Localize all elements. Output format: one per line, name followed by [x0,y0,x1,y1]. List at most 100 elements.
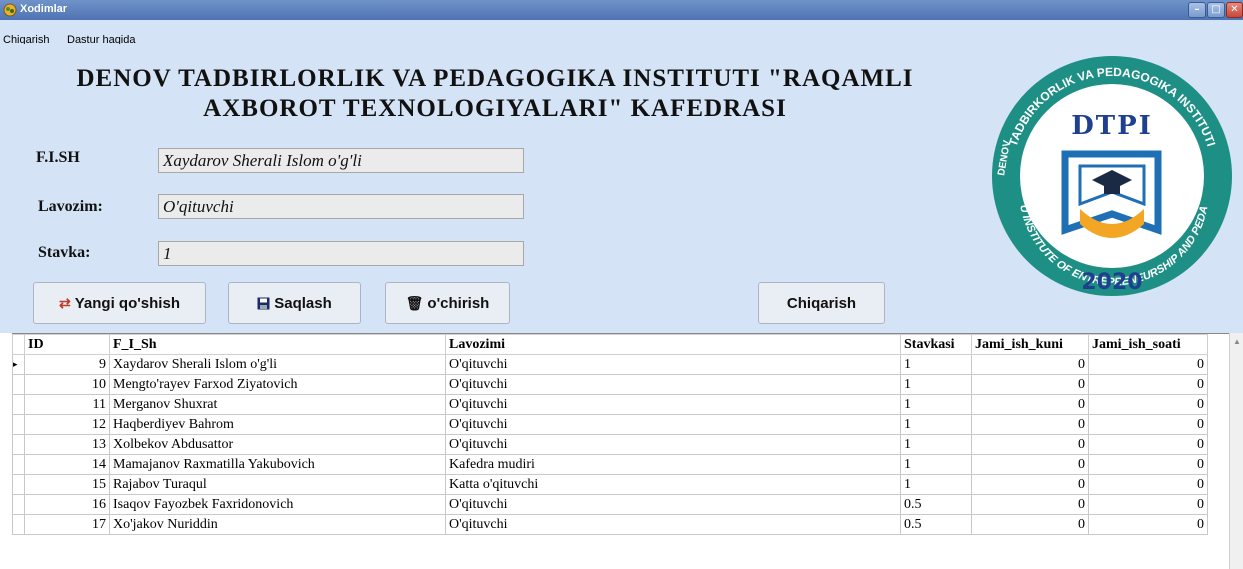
cell-lavozimi[interactable]: O'qituvchi [445,494,901,515]
cell-lavozimi[interactable]: O'qituvchi [445,414,901,435]
cell-jami-ish-kuni[interactable]: 0 [971,474,1089,495]
cell-lavozimi[interactable]: Kafedra mudiri [445,454,901,475]
cell-lavozimi[interactable]: O'qituvchi [445,394,901,415]
cell-stavkasi[interactable]: 1 [900,454,972,475]
cell-jami-ish-kuni[interactable]: 0 [971,454,1089,475]
cell-lavozimi[interactable]: O'qituvchi [445,514,901,535]
cell-fish[interactable]: Rajabov Turaqul [109,474,446,495]
cell-jami-ish-soati[interactable]: 0 [1088,474,1208,495]
cell-jami-ish-soati[interactable]: 0 [1088,414,1208,435]
column-header-jami-ish-soati[interactable]: Jami_ish_soati [1088,334,1208,355]
table-row[interactable]: ▸ 9 Xaydarov Sherali Islom o'g'li O'qituvch… [12,354,1208,375]
cell-jami-ish-soati[interactable]: 0 [1088,394,1208,415]
cell-stavkasi[interactable]: 1 [900,414,972,435]
cell-lavozimi[interactable]: Katta o'qituvchi [445,474,901,495]
maximize-button[interactable]: □ [1207,2,1225,18]
cell-lavozimi[interactable]: O'qituvchi [445,354,901,375]
cell-fish[interactable]: Xaydarov Sherali Islom o'g'li [109,354,446,375]
cell-jami-ish-soati[interactable]: 0 [1088,494,1208,515]
cell-fish[interactable]: Merganov Shuxrat [109,394,446,415]
cell-fish[interactable]: Haqberdiyev Bahrom [109,414,446,435]
cell-jami-ish-kuni[interactable]: 0 [971,374,1089,395]
cell-fish[interactable]: Mengto'rayev Farxod Ziyatovich [109,374,446,395]
table-row[interactable]: 12 Haqberdiyev Bahrom O'qituvchi 1 0 0 [12,414,1208,435]
cell-jami-ish-soati[interactable]: 0 [1088,354,1208,375]
row-selector[interactable] [12,474,25,495]
close-button[interactable]: ✕ [1226,2,1243,18]
cell-id[interactable]: 14 [24,454,110,475]
column-header-fish[interactable]: F_I_Sh [109,334,446,355]
table-header-row: ID F_I_Sh Lavozimi Stavkasi Jami_ish_kun… [12,334,1208,355]
exit-button-label: Chiqarish [786,294,857,312]
scroll-up-arrow-icon[interactable]: ▲ [1233,337,1241,346]
table-row[interactable]: 17 Xo'jakov Nuriddin O'qituvchi 0.5 0 0 [12,514,1208,535]
add-button[interactable]: ⇄ Yangi qo'shish [33,282,206,324]
cell-fish[interactable]: Xolbekov Abdusattor [109,434,446,455]
column-header-jami-ish-kuni[interactable]: Jami_ish_kuni [971,334,1089,355]
table-row[interactable]: 10 Mengto'rayev Farxod Ziyatovich O'qituvc… [12,374,1208,395]
page-title-line-2: AXBOROT TEXNOLOGIYALARI" KAFEDRASI [203,95,787,122]
cell-jami-ish-kuni[interactable]: 0 [971,414,1089,435]
cell-jami-ish-soati[interactable]: 0 [1088,454,1208,475]
employees-table[interactable]: ID F_I_Sh Lavozimi Stavkasi Jami_ish_kun… [12,333,1229,569]
table-row[interactable]: 13 Xolbekov Abdusattor O'qituvchi 1 0 0 [12,434,1208,455]
column-header-lavozimi[interactable]: Lavozimi [445,334,901,355]
save-icon [257,297,270,309]
cell-stavkasi[interactable]: 1 [900,354,972,375]
logo-year: 2020 [1081,270,1142,295]
cell-jami-ish-kuni[interactable]: 0 [971,434,1089,455]
vertical-scrollbar[interactable]: ▲ [1229,333,1243,569]
window-titlebar[interactable]: Xodimlar – □ ✕ [0,0,1243,20]
cell-jami-ish-soati[interactable]: 0 [1088,514,1208,535]
cell-id[interactable]: 15 [24,474,110,495]
exit-button[interactable]: Chiqarish [758,282,885,324]
cell-stavkasi[interactable]: 1 [900,374,972,395]
cell-id[interactable]: 12 [24,414,110,435]
table-row[interactable]: 15 Rajabov Turaqul Katta o'qituvchi 1 0 0 [12,474,1208,495]
cell-stavkasi[interactable]: 1 [900,394,972,415]
cell-id[interactable]: 13 [24,434,110,455]
cell-jami-ish-soati[interactable]: 0 [1088,374,1208,395]
cell-fish[interactable]: Isaqov Fayozbek Faxridonovich [109,494,446,515]
cell-lavozimi[interactable]: O'qituvchi [445,374,901,395]
cell-id[interactable]: 9 [24,354,110,375]
row-selector[interactable] [12,434,25,455]
cell-id[interactable]: 10 [24,374,110,395]
minimize-button[interactable]: – [1188,2,1206,18]
table-row[interactable]: 14 Mamajanov Raxmatilla Yakubovich Kafedra… [12,454,1208,475]
row-selector[interactable] [12,374,25,395]
cell-stavkasi[interactable]: 0.5 [900,514,972,535]
table-row[interactable]: 11 Merganov Shuxrat O'qituvchi 1 0 0 [12,394,1208,415]
cell-lavozimi[interactable]: O'qituvchi [445,434,901,455]
row-selector[interactable]: ▸ [12,354,25,375]
cell-jami-ish-kuni[interactable]: 0 [971,494,1089,515]
column-header-id[interactable]: ID [24,334,110,355]
table-row[interactable]: 16 Isaqov Fayozbek Faxridonovich O'qituvch… [12,494,1208,515]
cell-stavkasi[interactable]: 0.5 [900,494,972,515]
cell-id[interactable]: 11 [24,394,110,415]
fish-label: F.I.SH [36,149,80,166]
cell-jami-ish-kuni[interactable]: 0 [971,354,1089,375]
cell-id[interactable]: 16 [24,494,110,515]
cell-jami-ish-kuni[interactable]: 0 [971,394,1089,415]
stavka-label: Stavka: [38,244,91,261]
delete-button[interactable]: 🗑 o'chirish [385,282,510,324]
cell-fish[interactable]: Mamajanov Raxmatilla Yakubovich [109,454,446,475]
cell-id[interactable]: 17 [24,514,110,535]
row-selector[interactable] [12,494,25,515]
row-selector[interactable] [12,454,25,475]
cell-stavkasi[interactable]: 1 [900,474,972,495]
cell-fish[interactable]: Xo'jakov Nuriddin [109,514,446,535]
cell-jami-ish-soati[interactable]: 0 [1088,434,1208,455]
menu-bar: Chiqarish Dastur haqida [0,20,1243,46]
column-header-stavkasi[interactable]: Stavkasi [900,334,972,355]
cell-jami-ish-kuni[interactable]: 0 [971,514,1089,535]
fish-field[interactable]: Xaydarov Sherali Islom o'g'li [158,148,524,173]
row-selector[interactable] [12,394,25,415]
cell-stavkasi[interactable]: 1 [900,434,972,455]
row-selector[interactable] [12,514,25,535]
save-button[interactable]: Saqlash [228,282,361,324]
lavozim-field[interactable]: O'qituvchi [158,194,524,219]
stavka-field[interactable]: 1 [158,241,524,266]
row-selector[interactable] [12,414,25,435]
